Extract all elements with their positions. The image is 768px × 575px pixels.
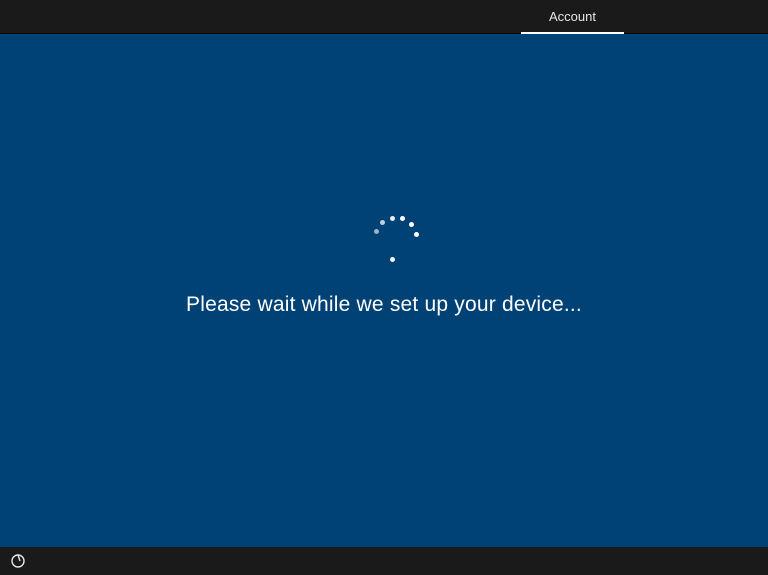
setup-status: Please wait while we set up your device.… [186, 213, 582, 317]
footer-bar [0, 547, 768, 575]
main-panel: Please wait while we set up your device.… [0, 34, 768, 547]
status-message: Please wait while we set up your device.… [186, 293, 582, 317]
tab-account-label: Account [549, 9, 596, 24]
progress-spinner-icon [368, 213, 416, 261]
header-bar: Account [0, 0, 768, 34]
ease-of-access-icon[interactable] [10, 553, 26, 569]
tab-account[interactable]: Account [521, 0, 624, 34]
